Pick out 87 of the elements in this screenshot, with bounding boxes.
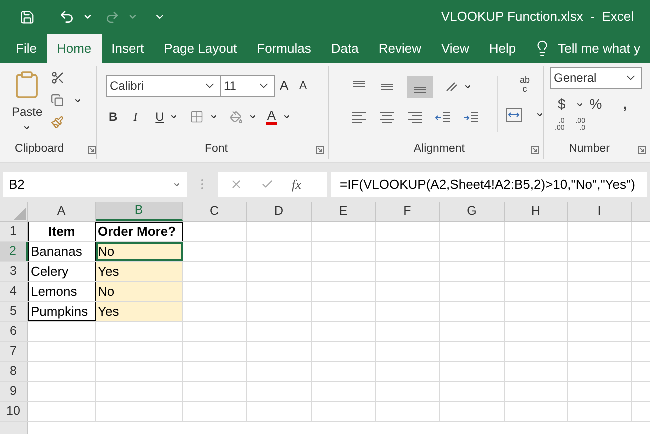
align-left-icon[interactable]: [351, 111, 367, 125]
row-header[interactable]: 7: [0, 342, 28, 361]
row-header[interactable]: 2: [0, 242, 28, 261]
percent-button[interactable]: %: [590, 94, 602, 115]
comma-button[interactable]: ,: [623, 94, 628, 115]
table-cell: Order More?: [96, 222, 183, 241]
undo-icon[interactable]: [59, 9, 75, 25]
tell-me-field[interactable]: Tell me what y: [558, 38, 641, 58]
dialog-launcher-icon[interactable]: [638, 146, 646, 154]
orientation-dropdown-icon[interactable]: [464, 83, 472, 91]
ribbon-tab[interactable]: Review: [368, 34, 432, 63]
table-cell: No: [96, 242, 183, 261]
underline-button[interactable]: U: [156, 108, 164, 126]
dialog-launcher-icon[interactable]: [88, 146, 96, 154]
drag-handle-icon[interactable]: [201, 179, 204, 190]
align-center-icon[interactable]: [379, 111, 395, 125]
group-label: Number: [569, 142, 610, 158]
ribbon-tab[interactable]: View: [431, 34, 480, 63]
ribbon-tab[interactable]: File: [6, 34, 47, 63]
group-label: Clipboard: [15, 142, 64, 158]
dialog-launcher-icon[interactable]: [316, 146, 324, 154]
paste-dropdown-icon[interactable]: [23, 124, 32, 132]
window-title: VLOOKUP Function.xlsx - Excel: [441, 8, 634, 26]
ribbon-tab[interactable]: Insert: [102, 34, 154, 63]
ribbon-tab[interactable]: Home: [46, 34, 102, 63]
font-color-button[interactable]: A: [266, 109, 278, 125]
column-header[interactable]: D: [247, 202, 312, 221]
align-right-icon[interactable]: [407, 111, 423, 125]
formula-field[interactable]: =IF(VLOOKUP(A2,Sheet4!A2:B5,2)>10,"No","Yes"): [331, 172, 647, 197]
row-header[interactable]: 6: [0, 322, 28, 341]
fill-color-icon[interactable]: [230, 110, 244, 124]
chevron-down-icon: [173, 180, 181, 188]
italic-button[interactable]: I: [134, 108, 138, 126]
column-header[interactable]: I: [568, 202, 632, 221]
wrap-text-button[interactable]: ab c: [506, 76, 544, 94]
column-header[interactable]: G: [440, 202, 505, 221]
underline-dropdown-icon[interactable]: [170, 113, 178, 121]
currency-button[interactable]: $: [558, 94, 566, 115]
group-label: Alignment: [414, 142, 465, 158]
font-color-dropdown-icon[interactable]: [283, 113, 292, 121]
table-cell: Yes: [96, 262, 183, 281]
column-header[interactable]: C: [183, 202, 247, 221]
cut-icon[interactable]: [50, 71, 65, 85]
currency-dropdown-icon[interactable]: [576, 100, 584, 108]
dialog-launcher-icon[interactable]: [531, 146, 539, 154]
fill-dropdown-icon[interactable]: [249, 113, 258, 121]
number-format-dropdown[interactable]: General: [550, 67, 642, 89]
orientation-icon[interactable]: [445, 81, 459, 93]
grow-font-button[interactable]: A: [280, 76, 289, 96]
name-box[interactable]: B2: [3, 172, 187, 197]
column-header[interactable]: E: [312, 202, 376, 221]
bold-button[interactable]: B: [109, 108, 118, 126]
row-header[interactable]: 5: [0, 302, 28, 321]
borders-dropdown-icon[interactable]: [210, 113, 218, 121]
ribbon-tab[interactable]: Formulas: [247, 34, 322, 63]
undo-dropdown-icon[interactable]: [83, 12, 93, 22]
bottom-align-button[interactable]: [407, 76, 433, 98]
row-header[interactable]: 9: [0, 382, 28, 401]
format-painter-icon[interactable]: [50, 116, 64, 129]
table-cell: Yes: [96, 302, 183, 321]
shrink-font-button[interactable]: A: [300, 78, 308, 94]
column-header[interactable]: F: [376, 202, 440, 221]
merge-cells-icon[interactable]: [506, 108, 522, 122]
row-header[interactable]: 3: [0, 262, 28, 281]
row-header[interactable]: 4: [0, 282, 28, 301]
ribbon-tab[interactable]: Page Layout: [154, 34, 248, 63]
insert-function-button[interactable]: fx: [292, 174, 302, 194]
decrease-indent-icon[interactable]: [435, 111, 451, 125]
column-header[interactable]: H: [505, 202, 568, 221]
ribbon-tab[interactable]: Data: [321, 34, 369, 63]
column-header[interactable]: B: [96, 202, 183, 221]
borders-icon[interactable]: [190, 110, 204, 124]
increase-indent-icon[interactable]: [463, 111, 479, 125]
paste-button[interactable]: Paste: [12, 106, 43, 118]
font-size-dropdown[interactable]: 11: [221, 75, 275, 97]
row-header[interactable]: 10: [0, 402, 28, 421]
merge-dropdown-icon[interactable]: [536, 111, 544, 119]
font-name-dropdown[interactable]: Calibri: [106, 75, 221, 97]
table-cell: Item: [28, 222, 96, 241]
group-label: Font: [204, 142, 228, 158]
row-header[interactable]: 8: [0, 362, 28, 381]
table-cell: No: [96, 282, 183, 301]
row-header[interactable]: 1: [0, 222, 28, 241]
copy-icon[interactable]: [50, 94, 64, 107]
copy-dropdown-icon[interactable]: [74, 96, 82, 104]
save-icon[interactable]: [20, 10, 35, 24]
ribbon-tab[interactable]: Help: [479, 34, 526, 63]
